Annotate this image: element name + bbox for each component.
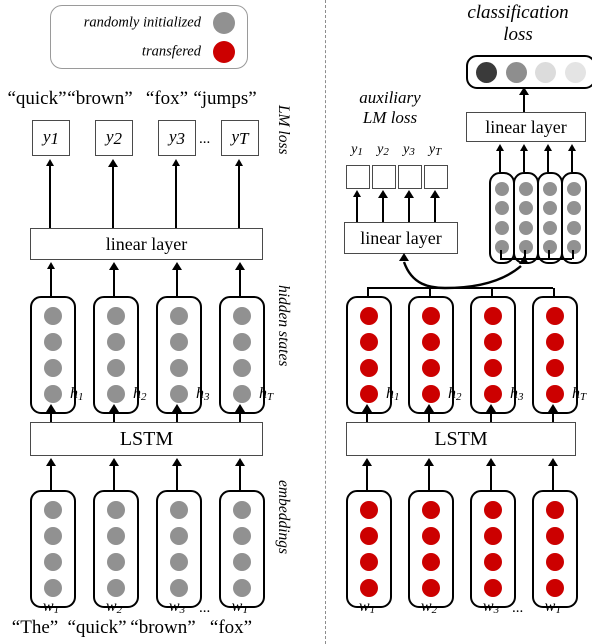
neuron-cell xyxy=(546,579,564,597)
embedding-label-right-w2: w2 xyxy=(420,598,438,616)
arrow-lstm-to-hidden-right-1-head xyxy=(361,404,372,412)
neuron-cell xyxy=(360,579,378,597)
neuron-cell xyxy=(484,579,502,597)
arrow-embedding-to-lstm-right-3-head xyxy=(485,458,496,466)
arrow-lstm-to-hidden-right-2-head xyxy=(423,404,434,412)
embedding-column-right-4 xyxy=(532,490,578,608)
neuron-cell xyxy=(422,527,440,545)
arrow-lstm-to-hidden-right-4-head xyxy=(547,404,558,412)
neuron-cell xyxy=(484,501,502,519)
arrow-embedding-to-lstm-right-1 xyxy=(365,464,369,490)
embedding-column-right-2 xyxy=(408,490,454,608)
neuron-cell xyxy=(360,501,378,519)
ellipsis-bottom-right: ... xyxy=(512,600,524,616)
arrow-embedding-to-lstm-right-4-head xyxy=(547,458,558,466)
neuron-cell xyxy=(484,553,502,571)
embedding-column-right-1 xyxy=(346,490,392,608)
neuron-cell xyxy=(422,553,440,571)
arrow-embedding-to-lstm-right-2 xyxy=(427,464,431,490)
neuron-cell xyxy=(546,501,564,519)
neuron-cell xyxy=(360,553,378,571)
arrow-head-to-aux-linear xyxy=(399,253,409,261)
lstm-block-right: LSTM xyxy=(346,422,576,456)
embedding-label-right-w1: w1 xyxy=(358,598,376,616)
arrow-embedding-to-lstm-right-2-head xyxy=(423,458,434,466)
neuron-cell xyxy=(422,579,440,597)
embedding-column-right-3 xyxy=(470,490,516,608)
arrow-embedding-to-lstm-right-1-head xyxy=(361,458,372,466)
arrow-embedding-to-lstm-right-3 xyxy=(489,464,493,490)
neuron-cell xyxy=(546,553,564,571)
arrow-lstm-to-hidden-right-3-head xyxy=(485,404,496,412)
arrow-embedding-to-lstm-right-4 xyxy=(551,464,555,490)
arrow-head-to-gray-bus xyxy=(519,256,529,264)
neuron-cell xyxy=(422,501,440,519)
neuron-cell xyxy=(360,527,378,545)
neuron-cell xyxy=(546,527,564,545)
neuron-cell xyxy=(484,527,502,545)
embedding-label-right-w4: wT xyxy=(544,598,562,616)
